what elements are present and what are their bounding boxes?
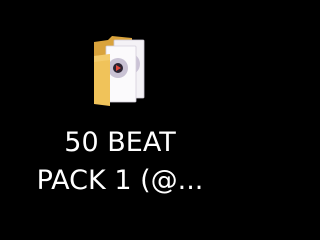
- folder-shortcut[interactable]: 50 BEAT PACK 1 (@...: [20, 20, 220, 220]
- folder-icon: [94, 36, 145, 106]
- desktop: 50 BEAT PACK 1 (@...: [0, 0, 240, 240]
- folder-front: [94, 54, 110, 106]
- folder-label-line-2: PACK 1 (@...: [36, 165, 204, 196]
- folder-label: 50 BEAT PACK 1 (@...: [20, 124, 220, 200]
- folder-label-line-1: 50 BEAT: [64, 127, 176, 158]
